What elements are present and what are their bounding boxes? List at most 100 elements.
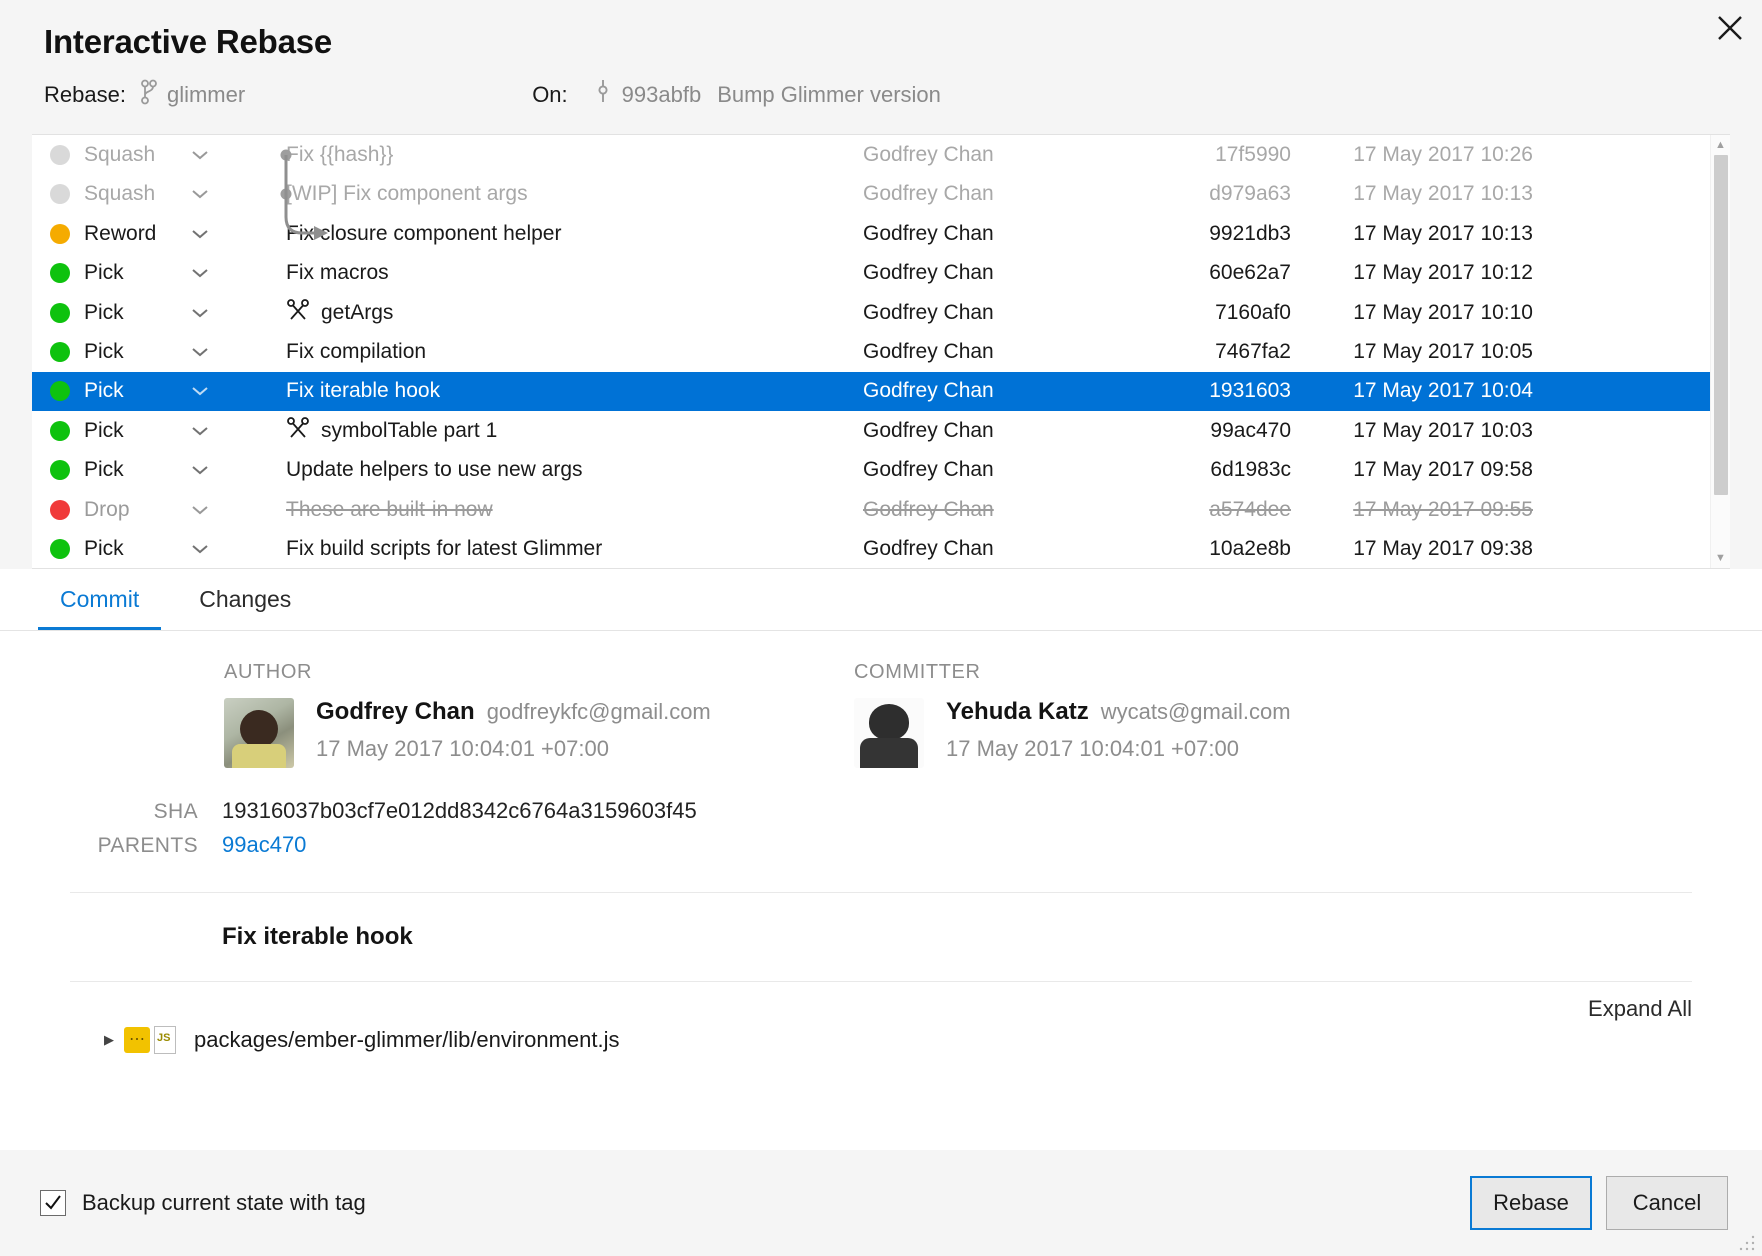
- commit-row[interactable]: SquashFix {{hash}}Godfrey Chan17f599017 …: [32, 135, 1710, 174]
- commit-subject: Fix iterable hook: [286, 379, 440, 403]
- commit-list-scrollbar[interactable]: ▲ ▼: [1710, 135, 1730, 568]
- action-dropdown-toggle[interactable]: [190, 503, 256, 517]
- backup-state-checkbox[interactable]: Backup current state with tag: [40, 1190, 366, 1216]
- parent-commit-link[interactable]: 99ac470: [222, 832, 306, 858]
- commit-subject-cell: getArgs: [256, 299, 863, 327]
- commit-author: Godfrey Chan: [863, 458, 1131, 482]
- commit-action[interactable]: Pick: [50, 379, 190, 403]
- commit-author: Godfrey Chan: [863, 498, 1131, 522]
- scroll-down-icon[interactable]: ▼: [1711, 548, 1730, 568]
- commit-row[interactable]: DropThese are built-in nowGodfrey Chana5…: [32, 490, 1710, 529]
- page-title: Interactive Rebase: [44, 24, 1718, 60]
- commit-action[interactable]: Drop: [50, 498, 190, 522]
- author-email: godfreykfc@gmail.com: [487, 699, 711, 725]
- action-dropdown-toggle[interactable]: [190, 266, 256, 280]
- action-dropdown-toggle[interactable]: [190, 345, 256, 359]
- fixup-scissors-icon: [286, 417, 321, 445]
- scrollbar-thumb[interactable]: [1714, 155, 1728, 495]
- onto-commit-subject: Bump Glimmer version: [717, 82, 941, 108]
- commit-hash: 7467fa2: [1131, 340, 1291, 364]
- scrollbar-track[interactable]: [1711, 155, 1730, 548]
- commit-row[interactable]: PickFix compilationGodfrey Chan7467fa217…: [32, 332, 1710, 371]
- rebase-meta-row: Rebase: glimmer On:: [44, 78, 1718, 112]
- commit-row[interactable]: PicksymbolTable part 1Godfrey Chan99ac47…: [32, 411, 1710, 450]
- files-header: Expand All: [44, 982, 1718, 1026]
- sha-value: 19316037b03cf7e012dd8342c6764a3159603f45: [222, 798, 697, 824]
- commit-subject-cell: Fix macros: [256, 261, 863, 285]
- rebase-branch-name: glimmer: [167, 82, 245, 108]
- commit-action[interactable]: Squash: [50, 182, 190, 206]
- onto-commit-sha: 993abfb: [622, 82, 702, 108]
- parents-label: PARENTS: [44, 834, 222, 858]
- commit-row[interactable]: PickFix macrosGodfrey Chan60e62a717 May …: [32, 253, 1710, 292]
- commit-action[interactable]: Squash: [50, 143, 190, 167]
- action-status-dot: [50, 224, 70, 244]
- scroll-up-icon[interactable]: ▲: [1711, 135, 1730, 155]
- committer-date: 17 May 2017 10:04:01 +07:00: [946, 736, 1291, 762]
- commit-hash: 9921db3: [1131, 222, 1291, 246]
- commit-subject-cell: [WIP] Fix component args: [256, 182, 863, 206]
- expand-triangle-icon[interactable]: ▶: [104, 1032, 124, 1048]
- action-status-dot: [50, 421, 70, 441]
- action-dropdown-toggle[interactable]: [190, 384, 256, 398]
- commit-list-container: SquashFix {{hash}}Godfrey Chan17f599017 …: [32, 134, 1730, 569]
- action-dropdown-toggle[interactable]: [190, 542, 256, 556]
- commit-subject: getArgs: [321, 301, 393, 325]
- file-row[interactable]: ▶⋯packages/ember-glimmer/lib/environment…: [44, 1026, 1718, 1054]
- rebase-button[interactable]: Rebase: [1470, 1176, 1592, 1230]
- expand-all-button[interactable]: Expand All: [1588, 996, 1692, 1022]
- commit-action[interactable]: Pick: [50, 419, 190, 443]
- tab-commit[interactable]: Commit: [38, 569, 161, 630]
- action-dropdown-toggle[interactable]: [190, 424, 256, 438]
- rebase-label: Rebase:: [44, 82, 126, 108]
- commit-author: Godfrey Chan: [863, 182, 1131, 206]
- commit-hash: 17f5990: [1131, 143, 1291, 167]
- commit-action[interactable]: Pick: [50, 340, 190, 364]
- commit-action[interactable]: Pick: [50, 301, 190, 325]
- commit-row[interactable]: Pick Update helpers to use new args Godfre…: [32, 450, 1710, 489]
- commit-row[interactable]: RewordFix closure component helperGodfre…: [32, 214, 1710, 253]
- tab-changes[interactable]: Changes: [177, 569, 313, 630]
- commit-row[interactable]: Pick Fix build scripts for latest Glimmer…: [32, 529, 1710, 568]
- commit-action[interactable]: Reword: [50, 222, 190, 246]
- resize-grip-icon[interactable]: [1738, 1234, 1756, 1252]
- commit-author: Godfrey Chan: [863, 143, 1131, 167]
- action-dropdown-toggle[interactable]: [190, 463, 256, 477]
- commit-subject: Fix closure component helper: [286, 222, 561, 246]
- action-label: Pick: [84, 419, 124, 443]
- action-dropdown-toggle[interactable]: [190, 227, 256, 241]
- commit-action[interactable]: Pick: [50, 537, 190, 561]
- close-icon[interactable]: [1698, 0, 1762, 56]
- action-status-dot: [50, 460, 70, 480]
- sha-block: SHA 19316037b03cf7e012dd8342c6764a315960…: [44, 798, 1718, 858]
- commit-subject: Fix compilation: [286, 340, 426, 364]
- commit-row[interactable]: PickFix iterable hookGodfrey Chan1931603…: [32, 372, 1710, 411]
- commit-date: 17 May 2017 10:03: [1291, 419, 1559, 443]
- commit-author: Godfrey Chan: [863, 301, 1131, 325]
- commit-row[interactable]: PickgetArgsGodfrey Chan7160af017 May 201…: [32, 293, 1710, 332]
- rebase-branch: glimmer: [140, 79, 245, 111]
- checkbox-box[interactable]: [40, 1190, 66, 1216]
- commit-subject: Fix build scripts for latest Glimmer: [286, 537, 602, 561]
- commit-date: 17 May 2017 10:04: [1291, 379, 1559, 403]
- cancel-button[interactable]: Cancel: [1606, 1176, 1728, 1230]
- commit-list[interactable]: SquashFix {{hash}}Godfrey Chan17f599017 …: [32, 135, 1710, 568]
- action-dropdown-toggle[interactable]: [190, 306, 256, 320]
- commit-subject: Update helpers to use new args: [286, 458, 583, 482]
- commit-subject-cell: These are built-in now: [256, 498, 863, 522]
- commit-action[interactable]: Pick: [50, 458, 190, 482]
- sha-label: SHA: [44, 800, 222, 824]
- action-status-dot: [50, 184, 70, 204]
- commit-action[interactable]: Pick: [50, 261, 190, 285]
- commit-icon: [596, 79, 610, 111]
- people-row: AUTHOR Godfrey Chan godfreykfc@gmail.com…: [44, 661, 1718, 768]
- commit-message: Fix iterable hook: [44, 893, 1718, 951]
- action-dropdown-toggle[interactable]: [190, 148, 256, 162]
- action-dropdown-toggle[interactable]: [190, 187, 256, 201]
- action-status-dot: [50, 500, 70, 520]
- commit-row[interactable]: Squash [WIP] Fix component argsGodfrey Ch…: [32, 175, 1710, 214]
- committer-email: wycats@gmail.com: [1101, 699, 1291, 725]
- action-label: Pick: [84, 458, 124, 482]
- action-label: Squash: [84, 182, 155, 206]
- action-label: Reword: [84, 222, 156, 246]
